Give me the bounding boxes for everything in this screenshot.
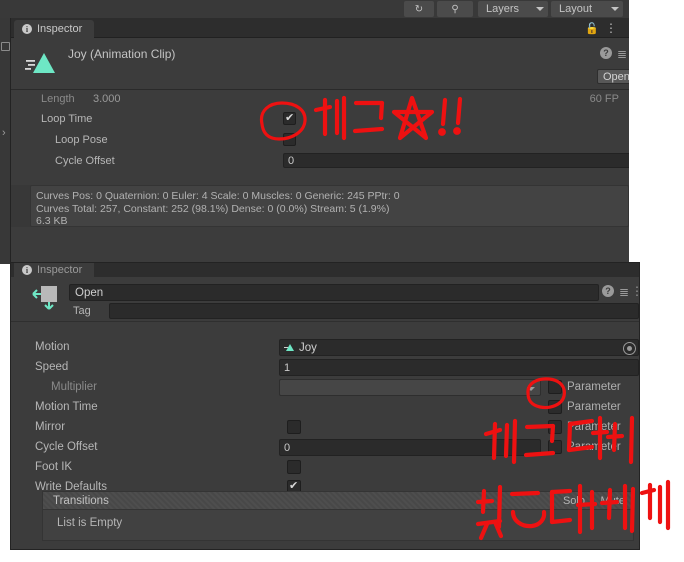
help-icon[interactable]: ? (602, 285, 614, 297)
mute-label: Mute (600, 495, 625, 507)
search-icon[interactable]: ⚲ (437, 1, 473, 17)
clip-panel-filler (11, 227, 629, 264)
foot-ik-label: Foot IK (35, 461, 73, 473)
fps-label: 60 FP (589, 93, 619, 105)
motion-value: Joy (299, 341, 317, 354)
cycle-offset-input[interactable]: 0 (283, 153, 629, 168)
row-loop-time: Loop Time (11, 110, 629, 129)
multiplier-label: Multiplier (51, 381, 98, 393)
screenshot-root: ↻ ⚲ Layers Layout › i Inspector 🔓 ⋮ Joy … (0, 0, 684, 562)
curves-info-line-2: Curves Total: 257, Constant: 252 (98.1%)… (36, 202, 390, 215)
row-state-cycle-offset: Cycle Offset 0 Parameter (11, 437, 639, 457)
layout-dropdown[interactable]: Layout (551, 1, 623, 17)
transitions-header: Transitions Solo Mute (42, 491, 634, 510)
help-icon[interactable]: ? (600, 47, 612, 59)
tag-label: Tag (73, 305, 91, 317)
row-multiplier: Multiplier Parameter (11, 377, 639, 397)
multiplier-dropdown[interactable] (279, 379, 541, 396)
loop-pose-checkbox[interactable] (283, 133, 296, 146)
cycle-offset-parameter-checkbox[interactable] (548, 440, 562, 454)
mirror-parameter-label: Parameter (567, 421, 621, 433)
clip-properties: Length 3.000 60 FP Loop Time Loop Pose C… (11, 90, 629, 185)
info-icon: i (22, 265, 32, 275)
mirror-parameter-checkbox[interactable] (548, 420, 562, 434)
state-inspector-panel: i Inspector Open ? ≣ ⋮ Tag Motion (10, 262, 640, 550)
row-loop-pose: Loop Pose (11, 131, 629, 150)
animation-clip-icon (25, 53, 55, 73)
motion-time-label: Motion Time (35, 401, 98, 413)
row-motion: Motion Joy (11, 337, 639, 357)
mirror-label: Mirror (35, 421, 66, 433)
motion-object-field[interactable]: Joy (279, 339, 639, 356)
inspector-tab-bar: i Inspector 🔓 ⋮ (11, 18, 629, 38)
motion-label: Motion (35, 341, 70, 353)
row-motion-time: Motion Time Parameter (11, 397, 639, 417)
speed-label: Speed (35, 361, 69, 373)
mirror-checkbox[interactable] (287, 420, 301, 434)
curves-info-line-1: Curves Pos: 0 Quaternion: 0 Euler: 4 Sca… (36, 190, 400, 202)
state-header: Open ? ≣ ⋮ Tag (11, 277, 639, 321)
transitions-label: Transitions (53, 495, 109, 507)
preset-icon[interactable]: ≣ (619, 285, 629, 299)
curves-info-box: Curves Pos: 0 Quaternion: 0 Euler: 4 Sca… (30, 185, 629, 227)
panel-tab-icon[interactable] (1, 42, 10, 51)
tab-inspector[interactable]: i Inspector (14, 20, 95, 38)
tab-inspector-bottom-label: Inspector (37, 264, 83, 276)
loop-time-label: Loop Time (41, 113, 93, 125)
length-value: 3.000 (93, 93, 121, 105)
open-button[interactable]: Open (597, 69, 629, 84)
animation-clip-icon (284, 344, 294, 351)
cycle-offset-parameter-label: Parameter (567, 441, 621, 453)
kebab-menu-icon[interactable]: ⋮ (631, 284, 639, 298)
row-cycle-offset: Cycle Offset 0 (11, 152, 629, 171)
row-length: Length 3.000 60 FP (11, 90, 629, 109)
cycle-offset-label: Cycle Offset (55, 155, 115, 167)
tab-inspector-bottom[interactable]: i Inspector (14, 263, 95, 277)
animation-clip-inspector-panel: ↻ ⚲ Layers Layout › i Inspector 🔓 ⋮ Joy … (0, 0, 629, 264)
solo-label: Solo (562, 495, 585, 507)
state-cycle-offset-label: Cycle Offset (35, 441, 98, 453)
curves-info-line-3: 6.3 KB (36, 215, 68, 227)
layout-label: Layout (559, 3, 593, 15)
tag-input[interactable] (109, 303, 639, 319)
length-label: Length (41, 93, 75, 105)
row-foot-ik: Foot IK (11, 457, 639, 477)
kebab-menu-icon[interactable]: ⋮ (605, 21, 617, 35)
speed-input[interactable]: 1 (279, 359, 639, 376)
multiplier-parameter-label: Parameter (567, 381, 621, 393)
loop-pose-label: Loop Pose (55, 134, 108, 146)
multiplier-parameter-checkbox[interactable] (548, 380, 562, 394)
loop-time-checkbox[interactable] (283, 111, 296, 125)
state-cycle-offset-input[interactable]: 0 (279, 439, 541, 456)
history-icon[interactable]: ↻ (404, 1, 434, 17)
motion-time-parameter-checkbox[interactable] (548, 400, 562, 414)
chevron-right-icon[interactable]: › (2, 128, 6, 139)
animator-state-icon (32, 286, 57, 310)
layers-dropdown[interactable]: Layers (478, 1, 548, 17)
left-dock-strip: › (0, 18, 11, 264)
row-speed: Speed 1 (11, 357, 639, 377)
object-picker-icon[interactable] (623, 342, 636, 355)
tab-inspector-label: Inspector (37, 23, 83, 35)
unity-main-toolbar: ↻ ⚲ Layers Layout (0, 0, 629, 18)
motion-time-parameter-label: Parameter (567, 401, 621, 413)
transitions-list: List is Empty (42, 510, 634, 541)
clip-header: Joy (Animation Clip) ? ≣ Open (11, 38, 629, 90)
chevron-down-icon (611, 7, 619, 11)
layers-label: Layers (486, 3, 520, 15)
info-icon: i (22, 24, 32, 34)
state-name-input[interactable]: Open (69, 284, 599, 301)
foot-ik-checkbox[interactable] (287, 460, 301, 474)
chevron-down-icon (527, 387, 535, 391)
state-inspector-tab-bar: i Inspector (11, 263, 639, 277)
preset-icon[interactable]: ≣ (617, 47, 627, 61)
lock-icon[interactable]: 🔓 (585, 22, 599, 35)
row-mirror: Mirror Parameter (11, 417, 639, 437)
chevron-down-icon (536, 7, 544, 11)
page-title: Joy (Animation Clip) (68, 47, 176, 61)
divider (11, 321, 639, 322)
list-empty-label: List is Empty (57, 517, 123, 529)
